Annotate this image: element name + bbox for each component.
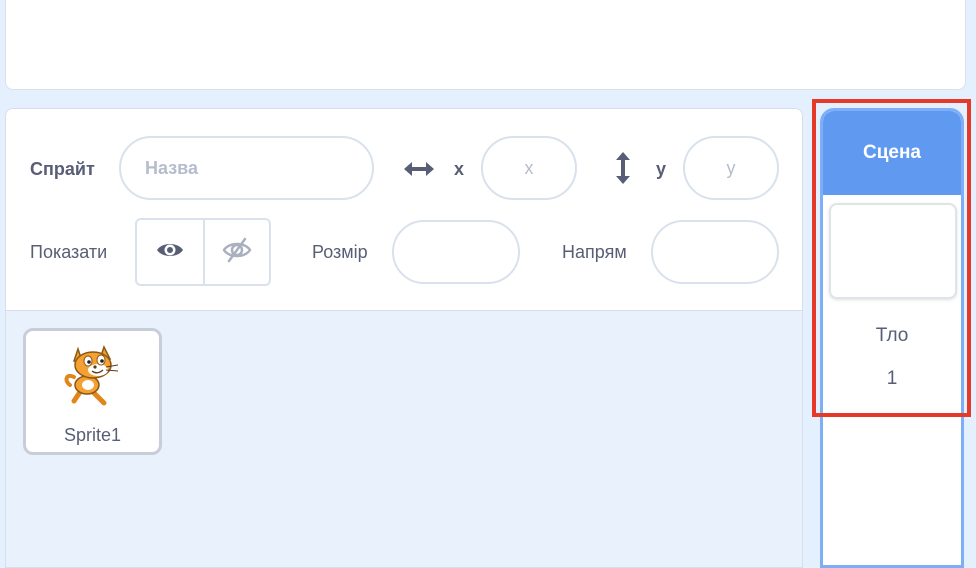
hide-button[interactable] [203,220,269,284]
x-input[interactable]: x [481,136,577,200]
sprite-info-bar: Спрайт Назва x x y y Показати Розмір Нап… [6,109,802,311]
backdrops-label: Тло [875,325,909,346]
eye-hidden-icon [221,236,253,269]
backdrops-count: 1 [886,368,898,389]
direction-label: Напрям [562,242,627,262]
sprite-name-placeholder: Назва [145,157,199,178]
horizontal-arrows-icon [402,157,436,181]
show-label: Показати [30,242,108,262]
sprite-name: Sprite1 [63,425,122,445]
eye-icon [155,239,185,266]
stage-header: Сцена [823,111,961,195]
stage-thumbnail[interactable] [829,203,957,299]
vertical-arrows-icon [611,149,635,187]
stage-title: Сцена [862,142,921,163]
x-placeholder: x [524,157,534,178]
sprite-name-input[interactable]: Назва [119,136,374,200]
sprite-label: Спрайт [30,159,95,179]
y-placeholder: y [726,157,736,178]
sprite-tile[interactable]: Sprite1 [23,328,162,455]
y-input[interactable]: y [683,136,779,200]
stage-selector[interactable]: Сцена Тло 1 [820,108,964,568]
scratch-cat-icon [60,339,130,414]
size-input[interactable] [392,220,520,284]
sprite-pane: Спрайт Назва x x y y Показати Розмір Нап… [5,108,803,568]
visibility-toggle [135,218,271,286]
y-label: y [656,159,667,179]
show-button[interactable] [137,220,203,284]
size-label: Розмір [312,242,368,262]
stage-canvas-area [5,0,966,90]
x-label: x [454,159,465,179]
direction-input[interactable] [651,220,779,284]
